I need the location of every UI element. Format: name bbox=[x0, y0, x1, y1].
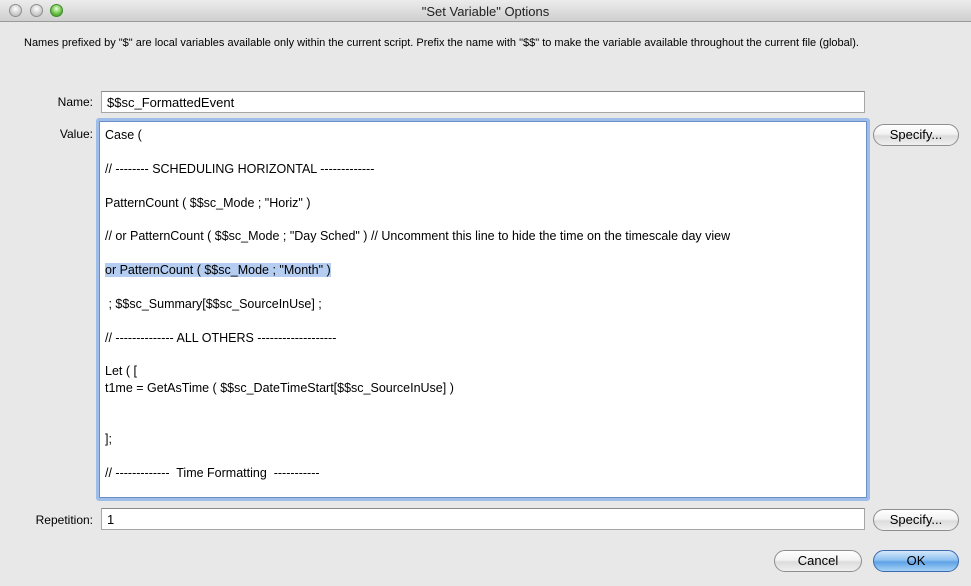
code-line: // -------------- ALL OTHERS -----------… bbox=[105, 330, 861, 347]
repetition-input[interactable] bbox=[101, 508, 865, 530]
name-label: Name: bbox=[57, 95, 93, 109]
code-line: Case ( bbox=[105, 127, 861, 144]
code-line-text: // ------------- Time Formatting -------… bbox=[105, 465, 320, 480]
code-line-text: Case ( bbox=[105, 128, 142, 142]
code-line: PatternCount ( $$sc_Mode ; "Horiz" ) bbox=[105, 195, 861, 212]
cancel-button[interactable]: Cancel bbox=[774, 550, 862, 572]
ok-button[interactable]: OK bbox=[873, 550, 959, 572]
code-line: // or PatternCount ( $$sc_Mode ; "Day Sc… bbox=[105, 228, 861, 245]
dialog-description: Names prefixed by "$" are local variable… bbox=[24, 37, 859, 49]
code-line-text: t1me = GetAsTime ( $$sc_DateTimeStart[$$… bbox=[105, 381, 454, 396]
code-line: // ------------- Time Formatting -------… bbox=[105, 465, 861, 482]
value-label: Value: bbox=[59, 127, 93, 141]
code-line: // -------- SCHEDULING HORIZONTAL ------… bbox=[105, 161, 861, 178]
code-line-text: ]; bbox=[105, 432, 112, 447]
code-line-text: or PatternCount ( $$sc_Mode ; "Month" ) bbox=[105, 263, 331, 278]
set-variable-dialog: "Set Variable" Options Names prefixed by… bbox=[0, 0, 971, 586]
code-line-text: // -------------- ALL OTHERS -----------… bbox=[105, 330, 337, 345]
code-line-text: ; $$sc_Summary[$$sc_SourceInUse] ; bbox=[105, 296, 322, 311]
code-line: or PatternCount ( $$sc_Mode ; "Month" ) bbox=[105, 262, 861, 279]
repetition-label: Repetition: bbox=[35, 513, 93, 527]
name-input[interactable] bbox=[101, 91, 865, 113]
code-line: ]; bbox=[105, 431, 861, 448]
code-line: Let ( [ bbox=[105, 363, 861, 380]
code-line: t1me = GetAsTime ( $$sc_DateTimeStart[$$… bbox=[105, 380, 861, 397]
title-bar[interactable]: "Set Variable" Options bbox=[0, 0, 971, 22]
code-line-text: // -------- SCHEDULING HORIZONTAL ------… bbox=[105, 161, 375, 176]
specify-repetition-button[interactable]: Specify... bbox=[873, 509, 959, 531]
specify-value-button[interactable]: Specify... bbox=[873, 124, 959, 146]
code-line-text: Let ( [ bbox=[105, 364, 137, 379]
code-line-text: // or PatternCount ( $$sc_Mode ; "Day Sc… bbox=[105, 229, 731, 244]
value-calculation-textarea[interactable]: Case ( // -------- SCHEDULING HORIZONTAL … bbox=[99, 121, 867, 498]
code-line: ; $$sc_Summary[$$sc_SourceInUse] ; bbox=[105, 296, 861, 313]
window-title: "Set Variable" Options bbox=[421, 4, 550, 19]
code-line-text: PatternCount ( $$sc_Mode ; "Horiz" ) bbox=[105, 195, 311, 210]
